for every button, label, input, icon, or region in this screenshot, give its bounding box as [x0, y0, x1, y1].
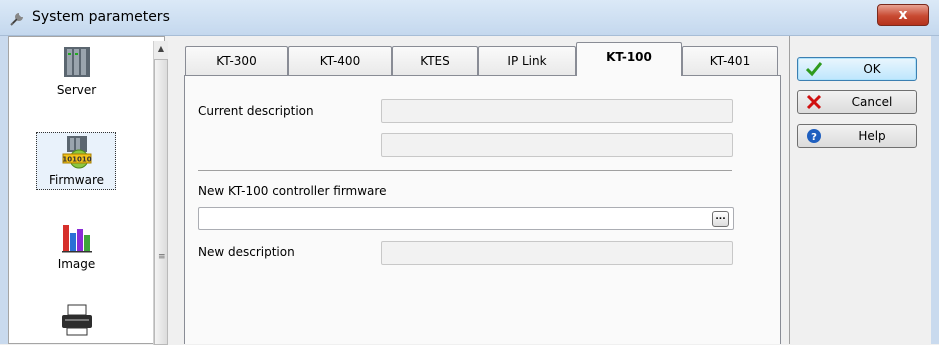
right-border: [931, 36, 939, 344]
cancel-label: Cancel: [851, 95, 893, 109]
sidebar-scrollbar[interactable]: ▲ ≡: [153, 41, 168, 345]
window-title: System parameters: [32, 9, 170, 25]
sidebar-item-label: Image: [57, 257, 96, 271]
sidebar-item-image[interactable]: Image: [9, 219, 144, 271]
current-description-field-1: [381, 99, 733, 123]
cancel-button[interactable]: Cancel: [797, 90, 917, 114]
close-button[interactable]: x: [877, 4, 929, 26]
wrench-icon: [10, 13, 23, 26]
sidebar-item-server[interactable]: Server: [9, 45, 144, 97]
help-label: Help: [858, 129, 886, 143]
divider: [198, 170, 732, 171]
cancel-x-icon: [806, 94, 822, 110]
grip-icon: ≡: [158, 252, 166, 262]
tab-ip-link[interactable]: IP Link: [478, 46, 576, 75]
checkmark-icon: [806, 62, 822, 77]
printer-icon: [61, 304, 92, 336]
title-bar: System parameters x: [0, 0, 939, 36]
svg-text:101010: 101010: [62, 156, 91, 164]
ok-label: OK: [863, 62, 881, 76]
sidebar-item-printer[interactable]: [9, 303, 144, 337]
left-border: [0, 36, 8, 344]
new-description-label: New description: [198, 245, 295, 259]
current-description-label: Current description: [198, 104, 314, 118]
tab-kt-401[interactable]: KT-401: [682, 46, 778, 75]
sidebar-item-label: Server: [56, 83, 97, 97]
sidebar-item-firmware[interactable]: 101010 Firmware: [9, 132, 144, 190]
browse-button[interactable]: ...: [712, 211, 729, 227]
svg-text:?: ?: [811, 132, 817, 143]
image-chart-icon: [61, 225, 92, 253]
firmware-icon: 101010: [62, 136, 91, 169]
tab-kt-400[interactable]: KT-400: [288, 46, 392, 75]
ok-button[interactable]: OK: [797, 57, 917, 81]
scroll-up-arrow-icon[interactable]: ▲: [154, 41, 168, 57]
help-icon: ?: [807, 129, 821, 143]
new-description-field[interactable]: [381, 241, 733, 265]
button-pane: [789, 36, 931, 344]
current-description-field-2: [381, 133, 733, 157]
tab-kt-300[interactable]: KT-300: [185, 46, 288, 75]
server-icon: [63, 47, 90, 77]
sidebar: Server 101010 Firmware Image ▲ ≡: [8, 36, 168, 345]
sidebar-item-label: Firmware: [49, 173, 104, 187]
help-button[interactable]: ? Help: [797, 124, 917, 148]
tab-kt-100[interactable]: KT-100: [576, 42, 682, 76]
firmware-path-input[interactable]: [198, 207, 734, 230]
new-firmware-label: New KT-100 controller firmware: [198, 184, 387, 198]
scroll-thumb[interactable]: ≡: [154, 59, 168, 345]
tab-ktes[interactable]: KTES: [392, 46, 478, 75]
